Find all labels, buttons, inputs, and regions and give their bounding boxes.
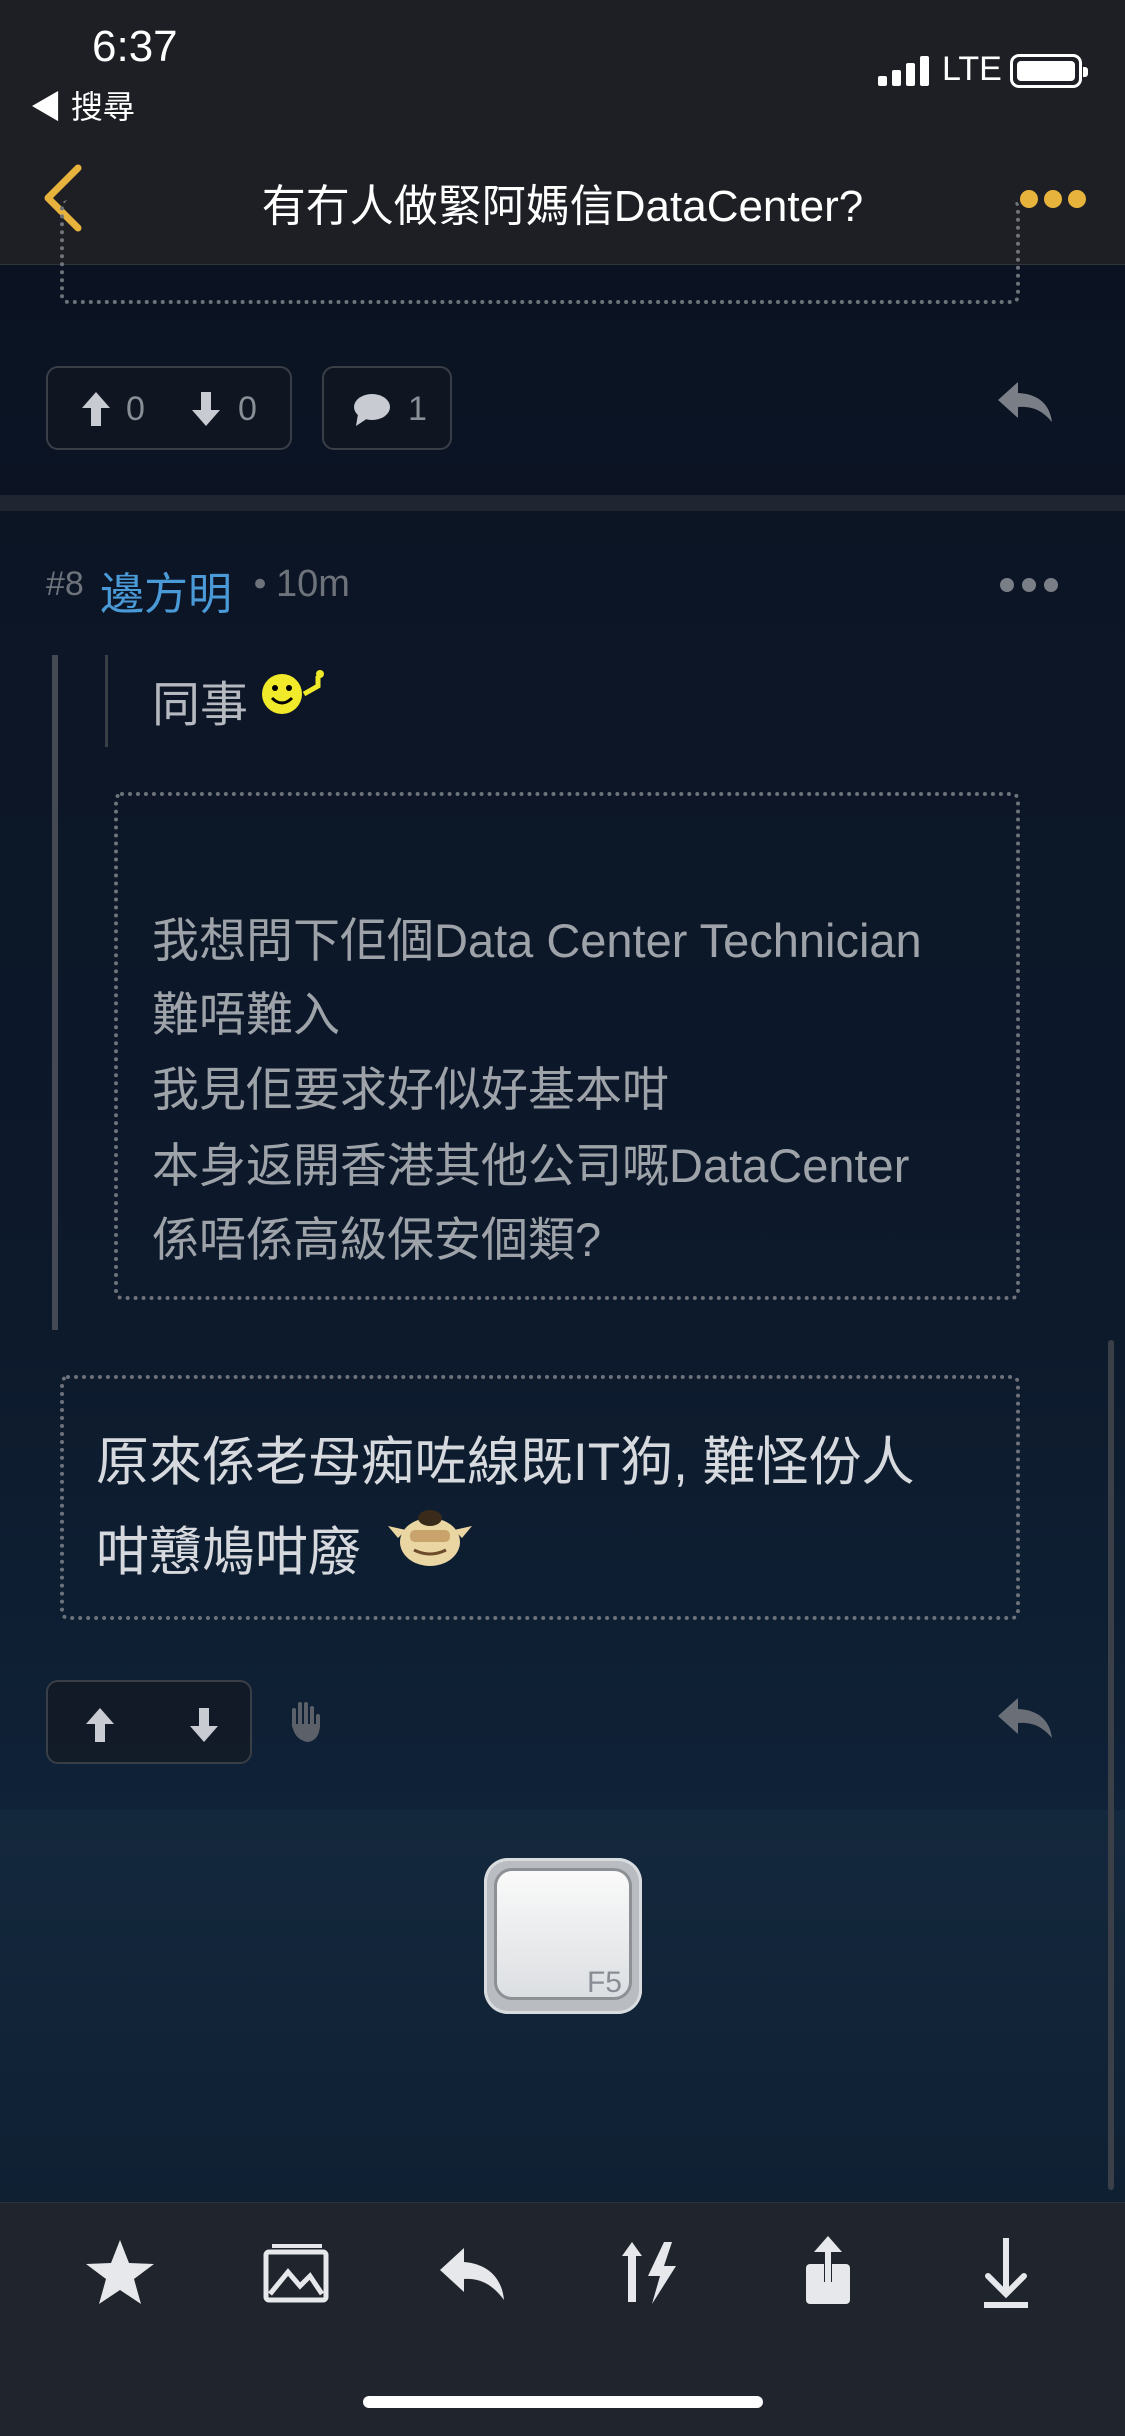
quote-bar [52, 655, 58, 1330]
inner-quote-line: 係唔係高級保安個類? [152, 1213, 602, 1266]
downvote-arrow-icon[interactable] [190, 390, 222, 428]
status-bar: 6:37 ◀ 搜尋 LTE [0, 0, 1125, 130]
nested-quote-bar [105, 655, 108, 747]
scrollbar[interactable] [1108, 1340, 1114, 2190]
post-more-options-icon[interactable] [1000, 578, 1058, 592]
back-to-search-link[interactable]: ◀ 搜尋 [30, 82, 135, 128]
reply-icon[interactable] [432, 2232, 512, 2312]
network-type: LTE [942, 50, 1002, 88]
nested-quote-text: 同事 [152, 679, 249, 732]
reply-text-line: 原來係老母痴咗線既IT狗, 難怪份人 [96, 1433, 915, 1492]
signal-icon [878, 56, 929, 86]
status-time: 6:37 [92, 22, 178, 71]
more-options-icon[interactable] [1020, 190, 1086, 208]
comment-bubble-icon [354, 394, 390, 426]
refresh-f5-button[interactable]: F5 [484, 1858, 642, 2014]
inner-quote-line: 我見佢要求好似好基本咁 [152, 1063, 669, 1116]
share-icon[interactable] [788, 2232, 868, 2312]
battery-icon [1010, 54, 1088, 88]
download-icon[interactable] [966, 2232, 1046, 2312]
upvote-arrow-icon[interactable] [80, 390, 112, 428]
post-vote-group [46, 1680, 252, 1764]
post-number: #8 [46, 565, 84, 603]
downvote-arrow-icon[interactable] [188, 1706, 220, 1744]
inner-quote-line: 本身返開香港其他公司嘅DataCenter [152, 1139, 910, 1192]
star-icon[interactable] [80, 2232, 160, 2312]
previous-post-reply-icon[interactable] [996, 378, 1054, 426]
f5-key-label: F5 [586, 1966, 622, 1999]
home-indicator[interactable] [363, 2396, 763, 2408]
previous-post-vote-group: 0 0 [46, 366, 292, 450]
previous-post-reply-count: 1 [408, 390, 427, 428]
facepalm-emoji-icon [388, 1510, 472, 1566]
sort-icon[interactable] [610, 2232, 690, 2312]
post-time: 10m [276, 563, 350, 605]
previous-post-upvote-count: 0 [126, 390, 145, 428]
image-icon[interactable] [256, 2232, 336, 2312]
reply-text-line: 咁戇鳩咁廢 [96, 1523, 361, 1582]
post-username[interactable]: 邊方明 [100, 558, 232, 622]
smiley-emoji-icon [262, 670, 324, 714]
hand-wave-icon[interactable] [286, 1700, 324, 1744]
post-meta-separator: • [250, 565, 271, 605]
post-reply-icon[interactable] [996, 1694, 1054, 1742]
previous-post-quote-box [60, 200, 1020, 304]
inner-quote-line: 我想問下佢個Data Center Technician [152, 914, 922, 967]
previous-post-downvote-count: 0 [238, 390, 257, 428]
upvote-arrow-icon[interactable] [84, 1706, 116, 1744]
previous-post-replies-button[interactable]: 1 [322, 366, 452, 450]
post-divider [0, 495, 1125, 511]
inner-quote-line: 難唔難入 [152, 988, 340, 1041]
